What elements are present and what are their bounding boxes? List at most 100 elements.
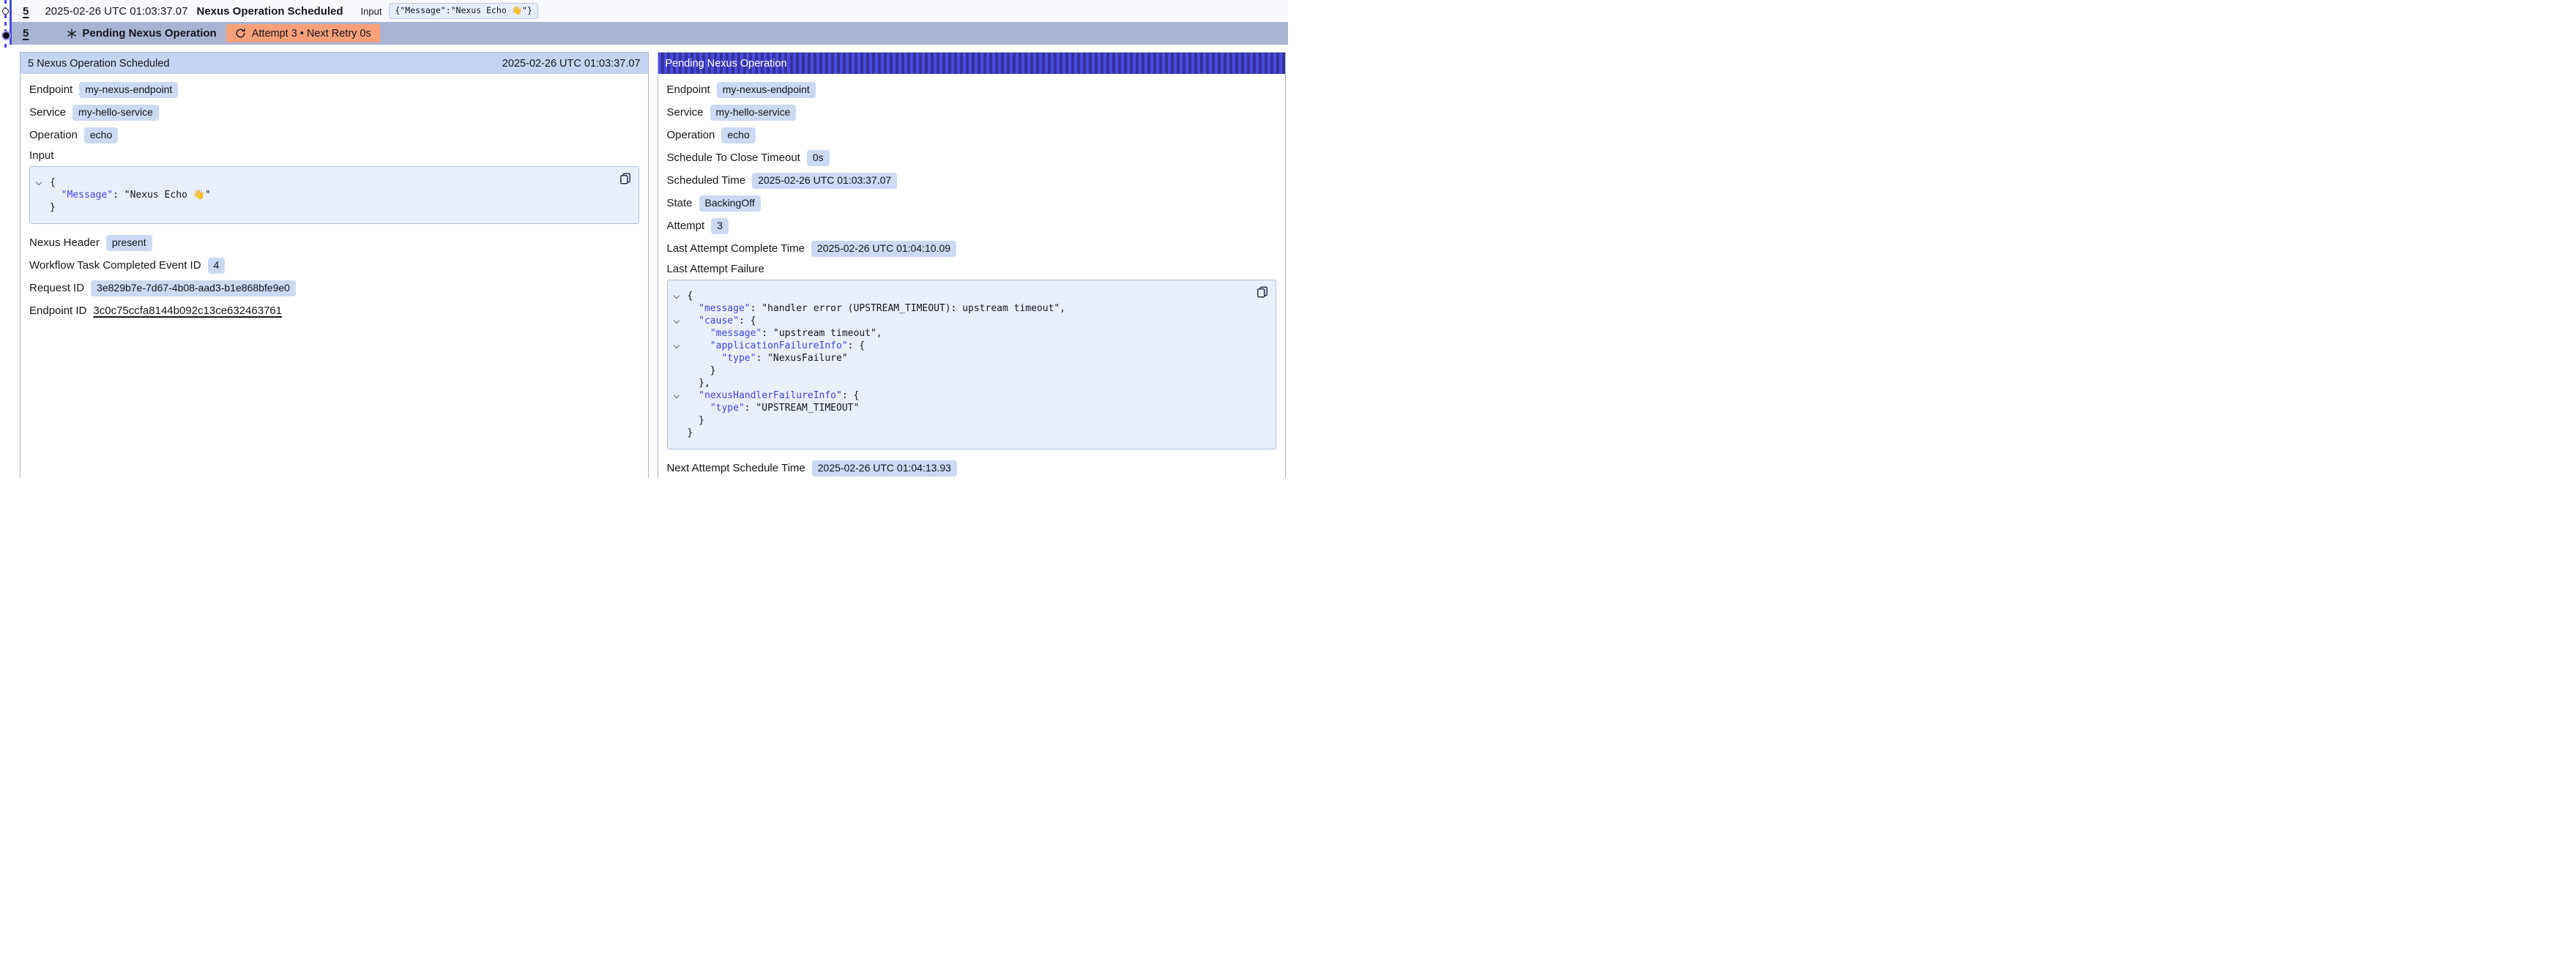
selected-event-marker-icon[interactable] — [3, 32, 10, 39]
endpoint-id-link[interactable]: 3c0c75ccfa8144b092c13ce632463761 — [93, 305, 282, 317]
retry-badge: Attempt 3 • Next Retry 0s — [226, 24, 380, 42]
code-line: "message": "handler error (UPSTREAM_TIME… — [668, 302, 1244, 315]
scheduled-panel-fields: Endpoint my-nexus-endpoint Service my-he… — [21, 74, 648, 332]
input-code-block: { "Message": "Nexus Echo 👋"} — [29, 166, 639, 224]
field-operation: Operation echo — [667, 127, 1277, 143]
copy-button[interactable] — [619, 173, 631, 184]
code-line: } — [668, 365, 1244, 377]
field-service: Service my-hello-service — [29, 104, 639, 121]
event-title: Nexus Operation Scheduled — [196, 5, 343, 18]
field-label: Schedule To Close Timeout — [667, 152, 800, 164]
field-nexus-header: Nexus Header present — [29, 234, 639, 251]
field-next-attempt-schedule-time: Next Attempt Schedule Time 2025-02-26 UT… — [667, 460, 1277, 477]
code-line: { — [30, 176, 606, 189]
panel-title: 5 Nexus Operation Scheduled — [28, 58, 169, 70]
pending-panel-fields: Endpoint my-nexus-endpoint Service my-he… — [658, 74, 1286, 478]
field-label: Endpoint — [29, 83, 72, 96]
field-workflow-task-completed-event-id: Workflow Task Completed Event ID 4 — [29, 257, 639, 274]
scheduled-panel-header: 5 Nexus Operation Scheduled 2025-02-26 U… — [21, 53, 648, 74]
event-history-screen: 5 2025-02-26 UTC 01:03:37.07 Nexus Opera… — [0, 0, 1288, 478]
collapse-chevron-icon[interactable] — [673, 293, 679, 299]
event-id-link[interactable]: 5 — [23, 27, 29, 40]
field-endpoint-id: Endpoint ID 3c0c75ccfa8144b092c13ce63246… — [29, 302, 639, 319]
code-line: "message": "upstream timeout", — [668, 327, 1244, 340]
field-value-chip: 3 — [711, 218, 729, 234]
event-rows: 5 2025-02-26 UTC 01:03:37.07 Nexus Opera… — [12, 0, 1288, 45]
field-endpoint: Endpoint my-nexus-endpoint — [29, 81, 639, 98]
panel-title: Pending Nexus Operation — [666, 58, 787, 70]
copy-button[interactable] — [1257, 286, 1268, 298]
timeline-accent-bar — [10, 0, 12, 45]
field-state: State BackingOff — [667, 195, 1277, 212]
json-code: { "Message": "Nexus Echo 👋"} — [30, 176, 606, 214]
collapse-chevron-icon[interactable] — [673, 343, 679, 348]
field-endpoint: Endpoint my-nexus-endpoint — [667, 81, 1277, 98]
timeline-dashed-line — [4, 0, 7, 48]
field-schedule-to-close-timeout: Schedule To Close Timeout 0s — [667, 149, 1277, 166]
collapse-chevron-icon[interactable] — [673, 318, 679, 324]
field-value-chip: present — [106, 235, 152, 251]
input-preview-chip: {"Message":"Nexus Echo 👋"} — [389, 3, 537, 19]
field-value-chip: 2025-02-26 UTC 01:04:13.93 — [812, 460, 957, 477]
pending-asterisk-icon — [67, 29, 77, 39]
field-value-chip: echo — [721, 127, 755, 143]
field-label: Endpoint — [667, 83, 710, 96]
event-row-pending-selected[interactable]: 5 Pending Nexus Operation Attempt 3 • Ne… — [12, 22, 1288, 45]
event-row-scheduled[interactable]: 5 2025-02-26 UTC 01:03:37.07 Nexus Opera… — [12, 0, 1288, 22]
field-label: State — [667, 197, 693, 209]
code-line: "type": "NexusFailure" — [668, 352, 1244, 365]
field-label: Last Attempt Complete Time — [667, 242, 805, 255]
code-line: } — [668, 414, 1244, 427]
field-scheduled-time: Scheduled Time 2025-02-26 UTC 01:03:37.0… — [667, 172, 1277, 189]
field-last-attempt-complete-time: Last Attempt Complete Time 2025-02-26 UT… — [667, 240, 1277, 257]
field-value-chip: my-hello-service — [72, 105, 159, 121]
event-title: Pending Nexus Operation — [82, 27, 216, 40]
code-line: "Message": "Nexus Echo 👋" — [30, 189, 606, 201]
field-value-chip: 3e829b7e-7d67-4b08-aad3-b1e868bfe9e0 — [91, 280, 296, 296]
event-detail-panels: 5 Nexus Operation Scheduled 2025-02-26 U… — [20, 52, 1286, 478]
field-label: Service — [667, 106, 704, 119]
code-line: "applicationFailureInfo": { — [668, 340, 1244, 352]
event-id-link[interactable]: 5 — [23, 5, 29, 18]
retry-badge-label: Attempt 3 • Next Retry 0s — [252, 28, 371, 40]
field-value-chip: BackingOff — [699, 195, 761, 212]
field-attempt: Attempt 3 — [667, 217, 1277, 234]
field-label: Next Attempt Schedule Time — [667, 462, 805, 474]
field-label: Scheduled Time — [667, 174, 746, 187]
retry-icon — [235, 28, 246, 39]
field-value-chip: my-nexus-endpoint — [79, 82, 178, 98]
field-value-chip: 2025-02-26 UTC 01:04:10.09 — [811, 241, 956, 257]
field-service: Service my-hello-service — [667, 104, 1277, 121]
field-label: Request ID — [29, 282, 84, 294]
field-value-chip: 4 — [208, 258, 226, 274]
copy-icon — [619, 173, 631, 184]
field-label: Attempt — [667, 220, 705, 232]
code-line: }, — [668, 377, 1244, 389]
event-marker-icon[interactable] — [2, 8, 9, 15]
code-line: "nexusHandlerFailureInfo": { — [668, 389, 1244, 402]
field-value-chip: my-hello-service — [710, 105, 797, 121]
field-label: Endpoint ID — [29, 305, 86, 317]
event-timestamp: 2025-02-26 UTC 01:03:37.07 — [45, 5, 187, 18]
input-section-label: Input — [29, 149, 639, 162]
field-request-id: Request ID 3e829b7e-7d67-4b08-aad3-b1e86… — [29, 280, 639, 296]
field-value-chip: 2025-02-26 UTC 01:03:37.07 — [752, 173, 897, 189]
json-code: { "message": "handler error (UPSTREAM_TI… — [668, 290, 1244, 439]
code-line: } — [30, 201, 606, 214]
code-line: { — [668, 290, 1244, 302]
pending-operation-panel: Pending Nexus Operation Endpoint my-nexu… — [658, 52, 1287, 478]
field-label: Operation — [667, 129, 715, 141]
scheduled-event-panel: 5 Nexus Operation Scheduled 2025-02-26 U… — [20, 52, 649, 478]
field-label: Service — [29, 106, 66, 119]
code-line: } — [668, 427, 1244, 439]
collapse-chevron-icon[interactable] — [673, 392, 679, 398]
code-line: "type": "UPSTREAM_TIMEOUT" — [668, 402, 1244, 414]
field-label: Operation — [29, 129, 78, 141]
failure-code-block: { "message": "handler error (UPSTREAM_TI… — [667, 280, 1277, 449]
pending-panel-header: Pending Nexus Operation — [658, 53, 1286, 74]
field-label: Nexus Header — [29, 236, 100, 249]
collapse-chevron-icon[interactable] — [36, 179, 42, 185]
code-line: "cause": { — [668, 315, 1244, 327]
last-attempt-failure-label: Last Attempt Failure — [667, 263, 1277, 275]
field-operation: Operation echo — [29, 127, 639, 143]
